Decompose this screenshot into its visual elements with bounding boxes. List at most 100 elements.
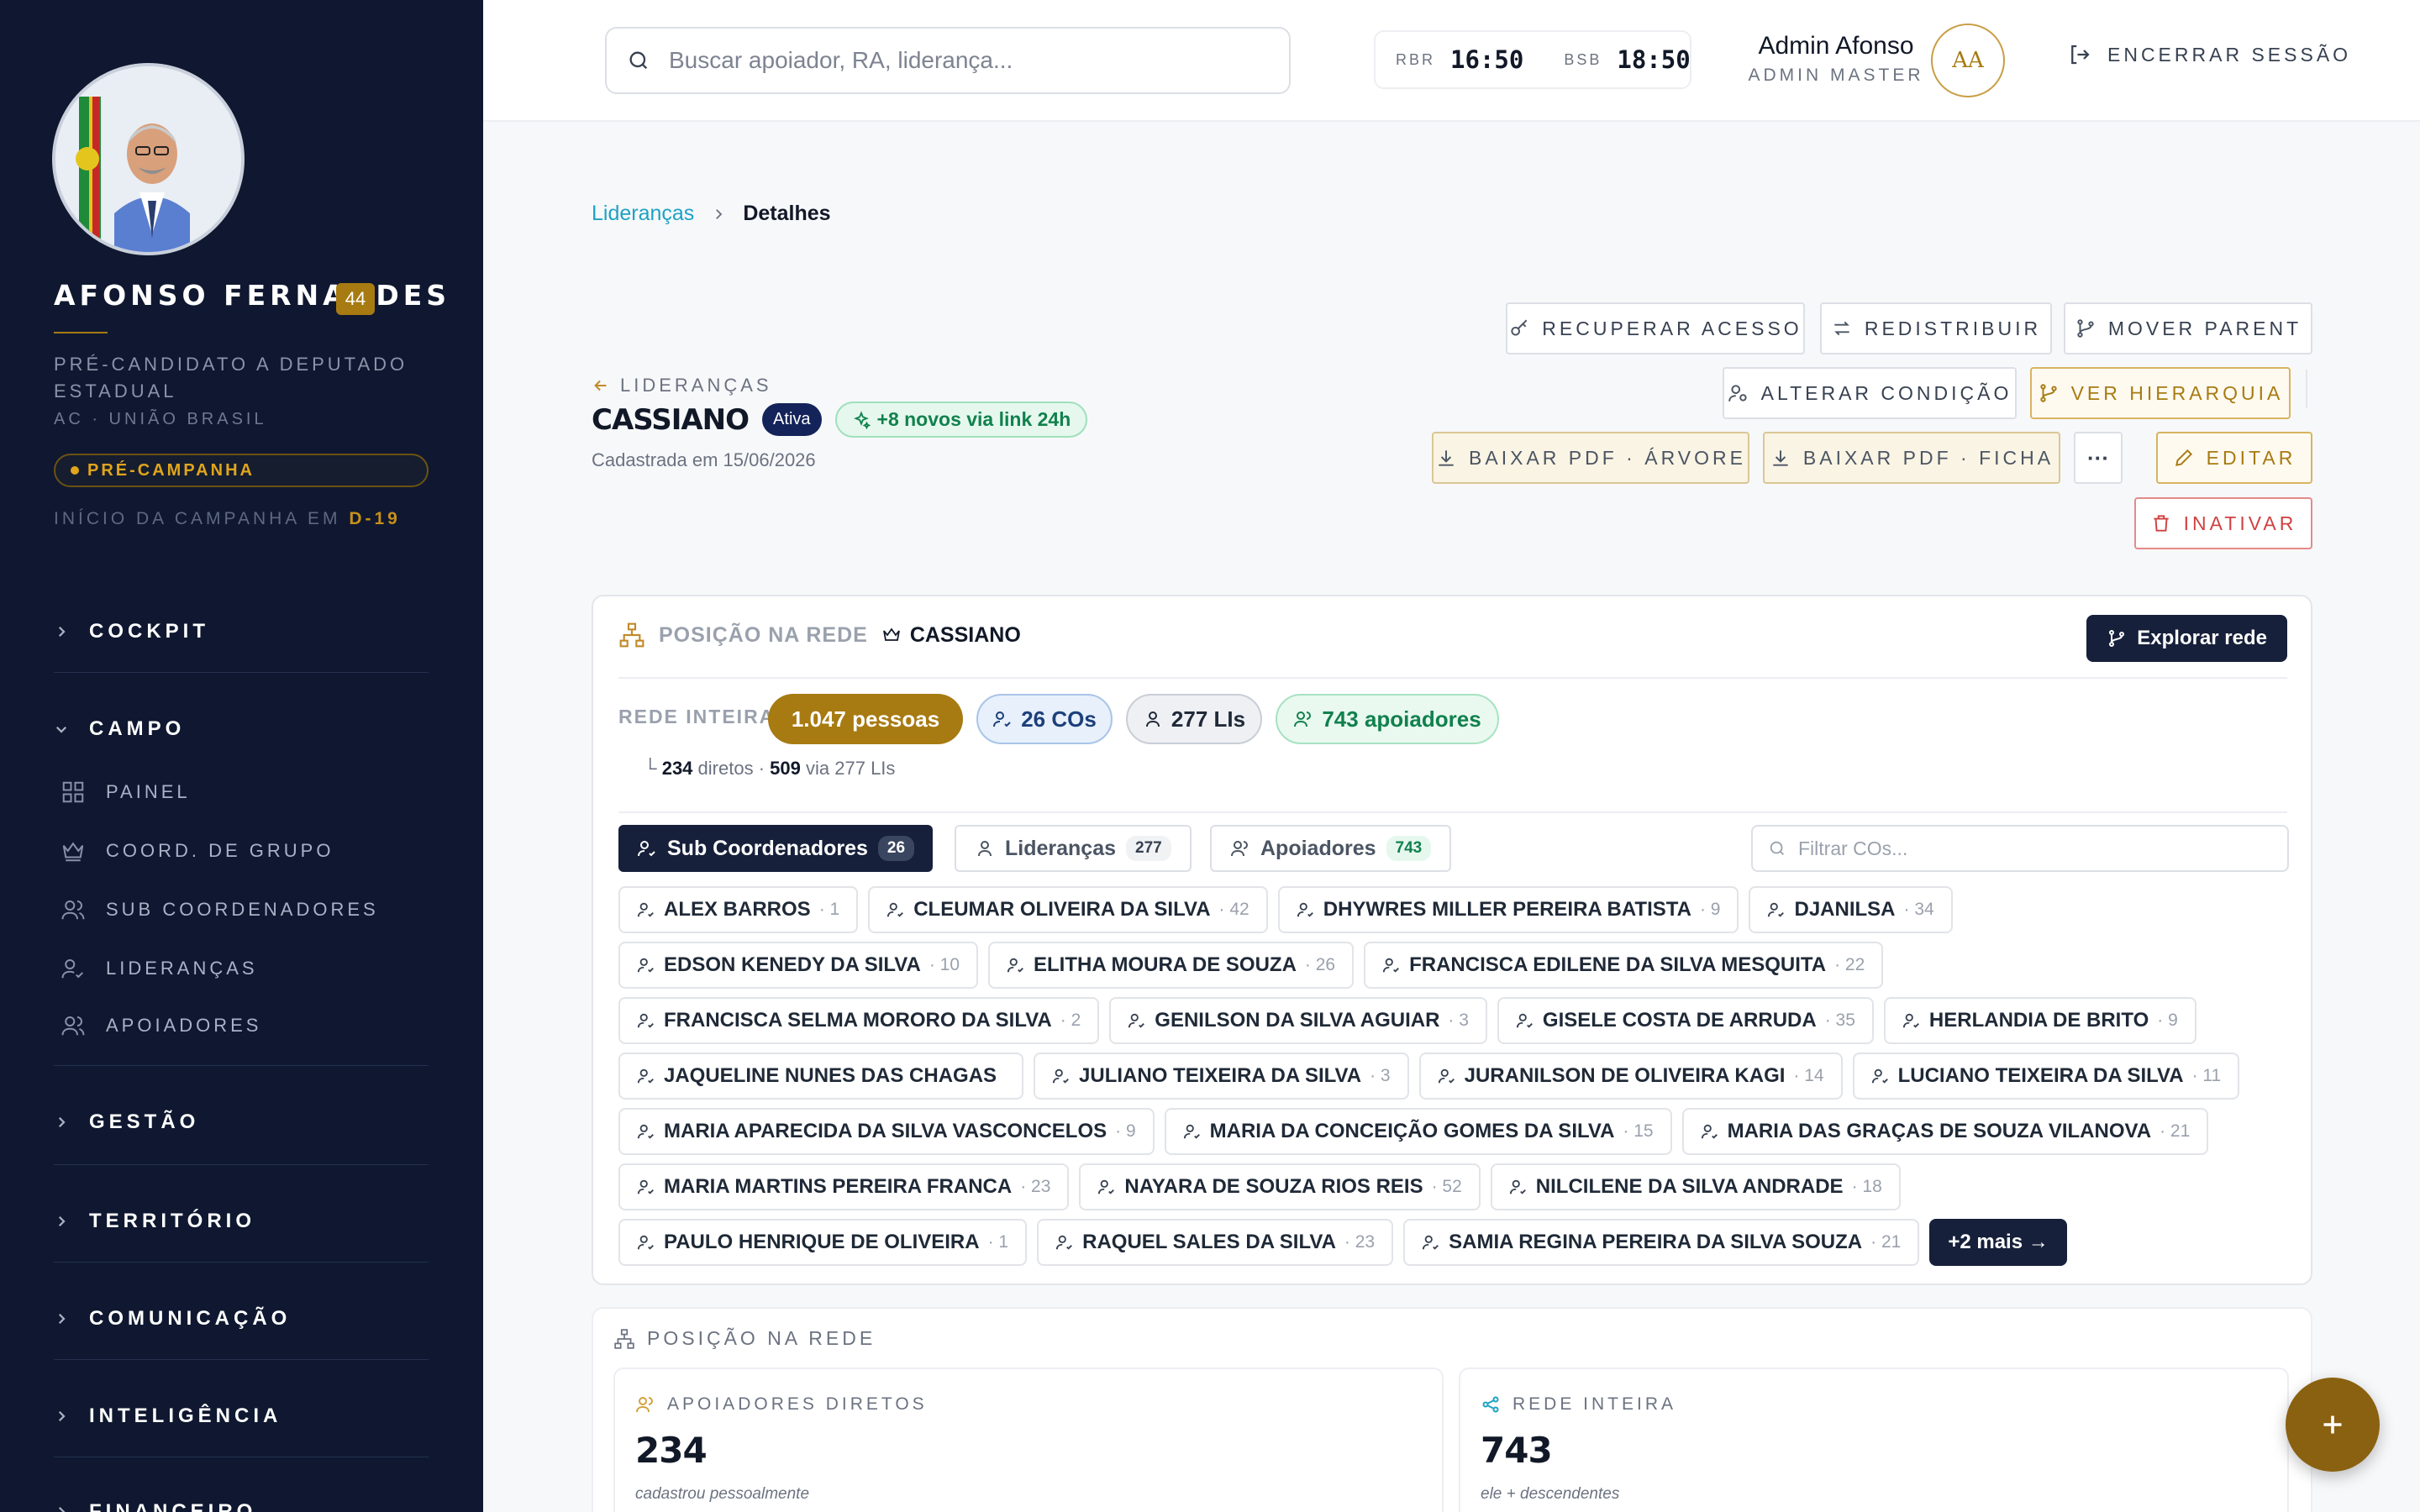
coordinator-count: · 9 bbox=[1699, 900, 1721, 919]
move-parent-button[interactable]: MOVER PARENT bbox=[2064, 302, 2312, 354]
view-hierarchy-button[interactable]: VER HIERARQUIA bbox=[2030, 367, 2291, 419]
coordinator-name: DJANILSA bbox=[1794, 898, 1896, 921]
nav-item-liderancas[interactable]: LIDERANÇAS bbox=[60, 956, 258, 981]
coordinator-chip[interactable]: MARIA MARTINS PEREIRA FRANCA · 23 bbox=[618, 1163, 1070, 1210]
coordinator-name: FRANCISCA EDILENE DA SILVA MESQUITA bbox=[1409, 953, 1827, 976]
coordinator-count: · 3 bbox=[1370, 1066, 1391, 1085]
coordinator-name: JURANILSON DE OLIVEIRA KAGI bbox=[1464, 1064, 1786, 1087]
tab-apoiadores[interactable]: Apoiadores 743 bbox=[1210, 825, 1452, 872]
redistribute-button[interactable]: REDISTRIBUIR bbox=[1820, 302, 2052, 354]
chevron-right-icon bbox=[54, 1409, 71, 1424]
tab-liderancas[interactable]: Lideranças 277 bbox=[955, 825, 1192, 872]
inactivate-button[interactable]: INATIVAR bbox=[2134, 497, 2312, 549]
search-input[interactable] bbox=[669, 47, 1257, 74]
sparkle-icon bbox=[852, 410, 871, 429]
coordinator-chip[interactable]: DHYWRES MILLER PEREIRA BATISTA · 9 bbox=[1277, 886, 1739, 933]
coordinator-chip[interactable]: FRANCISCA SELMA MORORO DA SILVA · 2 bbox=[618, 997, 1100, 1044]
coordinator-chip[interactable]: MARIA DA CONCEIÇÃO GOMES DA SILVA · 15 bbox=[1164, 1108, 1672, 1155]
user-check-icon bbox=[1422, 1233, 1440, 1252]
users-icon bbox=[1230, 838, 1250, 858]
nav-item-coord-grupo[interactable]: COORD. DE GRUPO bbox=[60, 838, 334, 864]
coordinator-name: MARIA MARTINS PEREIRA FRANCA bbox=[664, 1175, 1013, 1198]
add-button[interactable] bbox=[2286, 1378, 2380, 1472]
sidebar: AFONSO FERNANDES 44 PRÉ-CANDIDATO A DEPU… bbox=[0, 0, 483, 1512]
coordinator-chip[interactable]: MARIA APARECIDA DA SILVA VASCONCELOS · 9 bbox=[618, 1108, 1155, 1155]
campaign-countdown: D-19 bbox=[349, 509, 401, 528]
coordinator-chip[interactable]: EDSON KENEDY DA SILVA · 10 bbox=[618, 942, 979, 989]
show-more-button[interactable]: +2 mais → bbox=[1929, 1219, 2067, 1266]
nav-item-painel[interactable]: PAINEL bbox=[60, 780, 191, 805]
user-check-icon bbox=[1055, 1233, 1074, 1252]
coordinator-chip[interactable]: HERLANDIA DE BRITO · 9 bbox=[1883, 997, 2196, 1044]
tab-sub-coordenadores[interactable]: Sub Coordenadores 26 bbox=[618, 825, 934, 872]
logout-label: ENCERRAR SESSÃO bbox=[2107, 43, 2352, 66]
nav-section-inteligencia[interactable]: INTELIGÊNCIA bbox=[54, 1404, 429, 1428]
logout-button[interactable]: ENCERRAR SESSÃO bbox=[2067, 42, 2351, 67]
chevron-right-icon bbox=[54, 1311, 71, 1326]
coordinator-chip[interactable]: NAYARA DE SOUZA RIOS REIS · 52 bbox=[1079, 1163, 1481, 1210]
coordinator-chip[interactable]: PAULO HENRIQUE DE OLIVEIRA · 1 bbox=[618, 1219, 1028, 1266]
coordinator-chip[interactable]: LUCIANO TEIXEIRA DA SILVA · 11 bbox=[1852, 1053, 2240, 1100]
card-header: POSIÇÃO NA REDE CASSIANO bbox=[618, 622, 1021, 648]
position-summary-card: POSIÇÃO NA REDE APOIADORES DIRETOS 234 c… bbox=[592, 1307, 2312, 1512]
nav-section-cockpit[interactable]: COCKPIT bbox=[54, 620, 429, 643]
coordinator-count: · 35 bbox=[1824, 1011, 1855, 1030]
crown-icon bbox=[60, 838, 86, 864]
global-search[interactable] bbox=[605, 27, 1291, 94]
phase-badge-label: PRÉ-CAMPANHA bbox=[87, 460, 255, 480]
avatar[interactable]: AA bbox=[1931, 24, 2005, 97]
nav-section-financeiro[interactable]: FINANCEIRO bbox=[54, 1500, 429, 1512]
change-condition-button[interactable]: ALTERAR CONDIÇÃO bbox=[1723, 367, 2017, 419]
nav-item-label: APOIADORES bbox=[106, 1015, 262, 1036]
key-icon bbox=[1508, 318, 1530, 339]
user-check-icon bbox=[1007, 956, 1025, 974]
nav-item-apoiadores[interactable]: APOIADORES bbox=[60, 1013, 261, 1038]
download-pdf-tree-button[interactable]: BAIXAR PDF · ÁRVORE bbox=[1432, 432, 1749, 484]
breadcrumb-parent[interactable]: Lideranças bbox=[592, 202, 694, 226]
user-check-icon bbox=[1128, 1011, 1146, 1030]
coordinator-chip[interactable]: FRANCISCA EDILENE DA SILVA MESQUITA · 22 bbox=[1364, 942, 1884, 989]
coordinator-count: · 26 bbox=[1304, 955, 1336, 974]
coordinator-chip[interactable]: JAQUELINE NUNES DAS CHAGAS bbox=[618, 1053, 1024, 1100]
download-pdf-sheet-button[interactable]: BAIXAR PDF · FICHA bbox=[1763, 432, 2060, 484]
more-options-button[interactable]: ··· bbox=[2074, 432, 2123, 484]
coordinator-chip[interactable]: JULIANO TEIXEIRA DA SILVA · 3 bbox=[1034, 1053, 1409, 1100]
coordinator-chip[interactable]: NILCILENE DA SILVA ANDRADE · 18 bbox=[1490, 1163, 1901, 1210]
new-via-link-label: +8 novos via link 24h bbox=[876, 408, 1071, 430]
back-link[interactable]: LIDERANÇAS bbox=[592, 375, 772, 396]
user-check-icon bbox=[637, 1178, 655, 1196]
nav-section-territorio[interactable]: TERRITÓRIO bbox=[54, 1210, 429, 1233]
nav-section-campo[interactable]: CAMPO bbox=[54, 717, 429, 741]
user-check-icon bbox=[1382, 956, 1401, 974]
recover-access-button[interactable]: RECUPERAR ACESSO bbox=[1506, 302, 1805, 354]
coordinator-chip[interactable]: ELITHA MOURA DE SOUZA · 26 bbox=[988, 942, 1355, 989]
coordinator-count: · 9 bbox=[2157, 1011, 2178, 1030]
coordinator-chip[interactable]: ALEX BARROS · 1 bbox=[618, 886, 859, 933]
coordinator-chip[interactable]: GISELE COSTA DE ARRUDA · 35 bbox=[1497, 997, 1874, 1044]
nav-section-comunicacao[interactable]: COMUNICAÇÃO bbox=[54, 1307, 429, 1331]
filter-input[interactable] bbox=[1798, 837, 2269, 860]
edit-button[interactable]: EDITAR bbox=[2156, 432, 2312, 484]
coordinator-chip[interactable]: SAMIA REGINA PEREIRA DA SILVA SOUZA · 21 bbox=[1403, 1219, 1920, 1266]
plus-icon bbox=[2317, 1410, 2348, 1440]
coordinator-chip[interactable]: GENILSON DA SILVA AGUIAR · 3 bbox=[1109, 997, 1487, 1044]
users-icon bbox=[60, 897, 86, 922]
coordinator-name: MARIA DA CONCEIÇÃO GOMES DA SILVA bbox=[1209, 1120, 1615, 1142]
user-check-icon bbox=[1097, 1178, 1116, 1196]
coordinator-name: DHYWRES MILLER PEREIRA BATISTA bbox=[1323, 898, 1691, 921]
direct-count: 234 bbox=[661, 758, 693, 779]
coordinator-chip[interactable]: CLEUMAR OLIVEIRA DA SILVA · 42 bbox=[868, 886, 1268, 933]
user-check-icon bbox=[1438, 1067, 1456, 1085]
coordinator-chip[interactable]: RAQUEL SALES DA SILVA · 23 bbox=[1037, 1219, 1394, 1266]
filter-cos[interactable] bbox=[1751, 825, 2289, 872]
coordinator-chip[interactable]: DJANILSA · 34 bbox=[1749, 886, 1953, 933]
clock-city: BSB bbox=[1564, 50, 1602, 68]
campaign-start: INÍCIO DA CAMPANHA EM D-19 bbox=[54, 509, 401, 529]
explore-network-button[interactable]: Explorar rede bbox=[2086, 615, 2287, 662]
coordinator-chip[interactable]: MARIA DAS GRAÇAS DE SOUZA VILANOVA · 21 bbox=[1681, 1108, 2209, 1155]
coordinator-chip[interactable]: JURANILSON DE OLIVEIRA KAGI · 14 bbox=[1418, 1053, 1843, 1100]
divider bbox=[618, 677, 2287, 679]
nav-item-sub-coordenadores[interactable]: SUB COORDENADORES bbox=[60, 897, 379, 922]
user-check-icon bbox=[1767, 900, 1786, 919]
nav-section-gestao[interactable]: GESTÃO bbox=[54, 1110, 429, 1134]
